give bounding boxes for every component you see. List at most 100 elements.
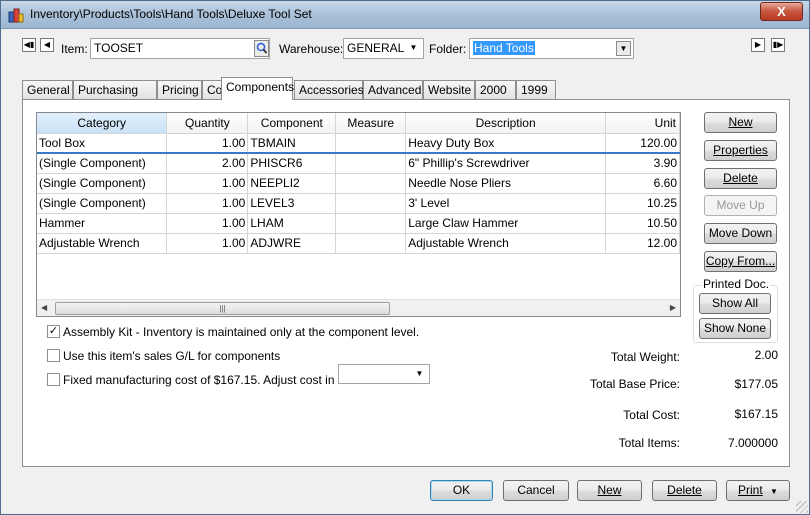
print-button[interactable]: Print ▼ [726,480,790,501]
column-header-category[interactable]: Category [37,113,168,134]
next-record-icon[interactable]: ▶ [751,38,765,52]
cell-category[interactable]: Hammer [37,213,168,234]
table-row[interactable]: (Single Component) 1.00 NEEPLI2 Needle N… [37,173,680,194]
tab-general[interactable]: General [22,80,73,100]
cell-measure[interactable] [335,153,407,174]
cell-category[interactable]: Tool Box [37,133,168,154]
cell-unit[interactable]: 6.60 [605,173,680,194]
properties-button[interactable]: Properties [704,140,777,161]
cell-description[interactable]: Heavy Duty Box [405,133,607,154]
tab-accessories[interactable]: Accessories [294,80,364,100]
move-down-button[interactable]: Move Down [704,223,777,244]
close-button[interactable]: X [760,2,803,21]
previous-record-icon[interactable]: ◀ [40,38,54,52]
total-base-price-value: $177.05 [734,377,778,391]
new-component-button[interactable]: New [704,112,777,133]
table-row[interactable]: (Single Component) 2.00 PHISCR6 6" Phill… [37,153,680,174]
new-button[interactable]: New [577,480,642,501]
cell-description[interactable]: Adjustable Wrench [405,233,607,254]
last-record-icon[interactable]: ▮▶ [771,38,785,52]
chevron-down-icon: ▼ [409,43,418,52]
new-label: New [597,483,622,497]
delete-component-label: Delete [723,171,758,185]
fixed-cost-checkbox[interactable] [47,373,60,386]
cell-component[interactable]: TBMAIN [247,133,337,154]
item-label: Item: [61,42,88,56]
column-header-measure[interactable]: Measure [335,113,407,134]
cell-category[interactable]: Adjustable Wrench [37,233,168,254]
properties-label: Properties [713,143,768,157]
components-grid[interactable]: Category Quantity Component Measure Desc… [36,112,681,317]
cell-component[interactable]: LHAM [247,213,337,234]
tab-pricing[interactable]: Pricing [157,80,202,100]
cell-measure[interactable] [335,193,407,214]
cell-measure[interactable] [335,213,407,234]
delete-button[interactable]: Delete [652,480,717,501]
scroll-right-icon[interactable]: ▶ [670,303,676,312]
cell-quantity[interactable]: 1.00 [166,173,249,194]
cell-category[interactable]: (Single Component) [37,153,168,174]
cell-quantity[interactable]: 1.00 [166,213,249,234]
resize-grip[interactable] [796,501,808,513]
cell-description[interactable]: 3' Level [405,193,607,214]
cell-category[interactable]: (Single Component) [37,173,168,194]
total-items-label: Total Items: [618,436,680,450]
column-header-unit[interactable]: Unit [605,113,680,134]
ok-button[interactable]: OK [430,480,493,501]
total-base-price-label: Total Base Price: [589,377,680,391]
assembly-kit-checkbox[interactable]: ✓ [47,325,60,338]
cancel-button[interactable]: Cancel [503,480,569,501]
cell-measure[interactable] [335,133,407,154]
cell-unit[interactable]: 3.90 [605,153,680,174]
cell-unit[interactable]: 10.50 [605,213,680,234]
cell-component[interactable]: LEVEL3 [247,193,337,214]
cell-category[interactable]: (Single Component) [37,193,168,214]
copy-from-button[interactable]: Copy From... [704,251,777,272]
adjust-cost-item-select[interactable]: ▼ [338,364,430,384]
cell-component[interactable]: ADJWRE [247,233,337,254]
column-header-component[interactable]: Component [247,113,337,134]
table-row[interactable]: Hammer 1.00 LHAM Large Claw Hammer 10.50 [37,213,680,234]
cell-component[interactable]: NEEPLI2 [247,173,337,194]
table-row[interactable]: Adjustable Wrench 1.00 ADJWRE Adjustable… [37,233,680,254]
folder-select[interactable]: Hand Tools ▼ [469,38,634,59]
cell-component[interactable]: PHISCR6 [247,153,337,174]
warehouse-select[interactable]: GENERAL ▼ [343,38,424,59]
cell-description[interactable]: Large Claw Hammer [405,213,607,234]
first-record-icon[interactable]: ◀▮ [22,38,36,52]
cell-measure[interactable] [335,233,407,254]
folder-label: Folder: [429,42,467,56]
cell-unit[interactable]: 120.00 [605,133,680,154]
scroll-left-icon[interactable]: ◀ [41,303,47,312]
item-field[interactable]: TOOSET [90,38,270,59]
horizontal-scrollbar[interactable]: ◀ ||| ▶ [37,299,680,316]
cell-quantity[interactable]: 1.00 [166,133,249,154]
table-row[interactable]: Tool Box 1.00 TBMAIN Heavy Duty Box 120.… [37,133,680,154]
cell-quantity[interactable]: 1.00 [166,193,249,214]
tab-1999[interactable]: 1999 [516,80,556,100]
tab-website[interactable]: Website [423,80,475,100]
scrollbar-thumb[interactable]: ||| [55,302,390,315]
show-none-button[interactable]: Show None [699,318,771,339]
cell-description[interactable]: 6" Phillip's Screwdriver [405,153,607,174]
cell-unit[interactable]: 10.25 [605,193,680,214]
cell-measure[interactable] [335,173,407,194]
cell-quantity[interactable]: 2.00 [166,153,249,174]
tab-purchasing[interactable]: Purchasing [73,80,157,100]
cell-unit[interactable]: 12.00 [605,233,680,254]
show-all-button[interactable]: Show All [699,293,771,314]
move-up-button[interactable]: Move Up [704,195,777,216]
use-sales-gl-checkbox[interactable] [47,349,60,362]
total-items-value: 7.000000 [727,436,778,450]
column-header-description[interactable]: Description [405,113,607,134]
table-row[interactable]: (Single Component) 1.00 LEVEL3 3' Level … [37,193,680,214]
cell-quantity[interactable]: 1.00 [166,233,249,254]
tab-components[interactable]: Components [221,77,294,100]
item-lookup-button[interactable] [254,40,269,57]
column-header-quantity[interactable]: Quantity [166,113,249,134]
tab-advanced[interactable]: Advanced [363,80,423,100]
chevron-down-icon: ▼ [415,369,424,378]
tab-2000[interactable]: 2000 [475,80,516,100]
cell-description[interactable]: Needle Nose Pliers [405,173,607,194]
delete-component-button[interactable]: Delete [704,168,777,189]
